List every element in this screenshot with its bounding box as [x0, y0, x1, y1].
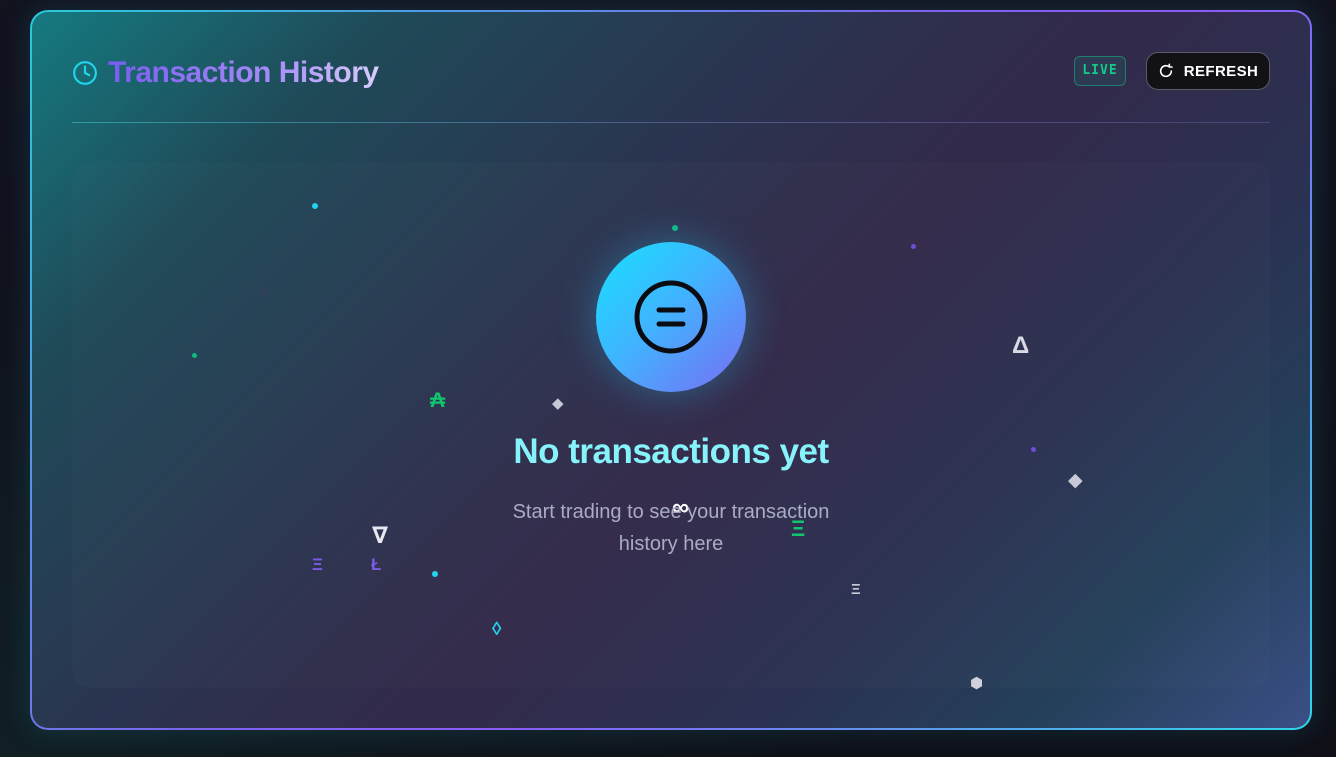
- clock-icon: [73, 61, 97, 85]
- floating-symbol: ⬢: [970, 675, 984, 692]
- floating-symbol: Ł: [371, 555, 382, 574]
- floating-symbol: ◆: [552, 395, 564, 412]
- header-divider: [72, 122, 1270, 123]
- decor-dot: [260, 288, 268, 296]
- decor-dot: [672, 225, 678, 231]
- decor-dot: [192, 353, 197, 358]
- decor-dot: [911, 244, 916, 249]
- empty-state-title: No transactions yet: [513, 432, 829, 471]
- live-badge: LIVE: [1074, 56, 1126, 86]
- empty-state-subtitle: Start trading to see your transaction hi…: [512, 501, 830, 555]
- floating-symbol: Δ: [1012, 332, 1030, 359]
- floating-symbol: ◊: [492, 619, 502, 640]
- decor-dot: [312, 203, 318, 209]
- empty-state-coin: [596, 242, 746, 392]
- refresh-icon: [1159, 63, 1173, 78]
- transaction-history-panel: Transaction History LIVE REFRESH ₳ ◆ Δ ◆: [30, 10, 1312, 730]
- coin-equals-icon: [634, 280, 708, 354]
- refresh-button[interactable]: REFRESH: [1146, 52, 1270, 90]
- page-title: Transaction History: [108, 56, 379, 89]
- refresh-label: REFRESH: [1183, 62, 1259, 80]
- floating-symbol: Ξ: [312, 555, 323, 574]
- floating-symbol: ∇: [372, 522, 389, 548]
- floating-symbol: ◆: [1068, 470, 1083, 491]
- empty-state-area: [72, 162, 1270, 688]
- floating-symbol: ₳: [430, 389, 446, 412]
- page-background: Transaction History LIVE REFRESH ₳ ◆ Δ ◆: [0, 0, 1336, 757]
- panel-header: Transaction History LIVE REFRESH: [72, 50, 1270, 98]
- decor-dot: [432, 571, 438, 577]
- floating-symbol: Ξ: [851, 581, 861, 598]
- title-group: Transaction History: [72, 56, 379, 90]
